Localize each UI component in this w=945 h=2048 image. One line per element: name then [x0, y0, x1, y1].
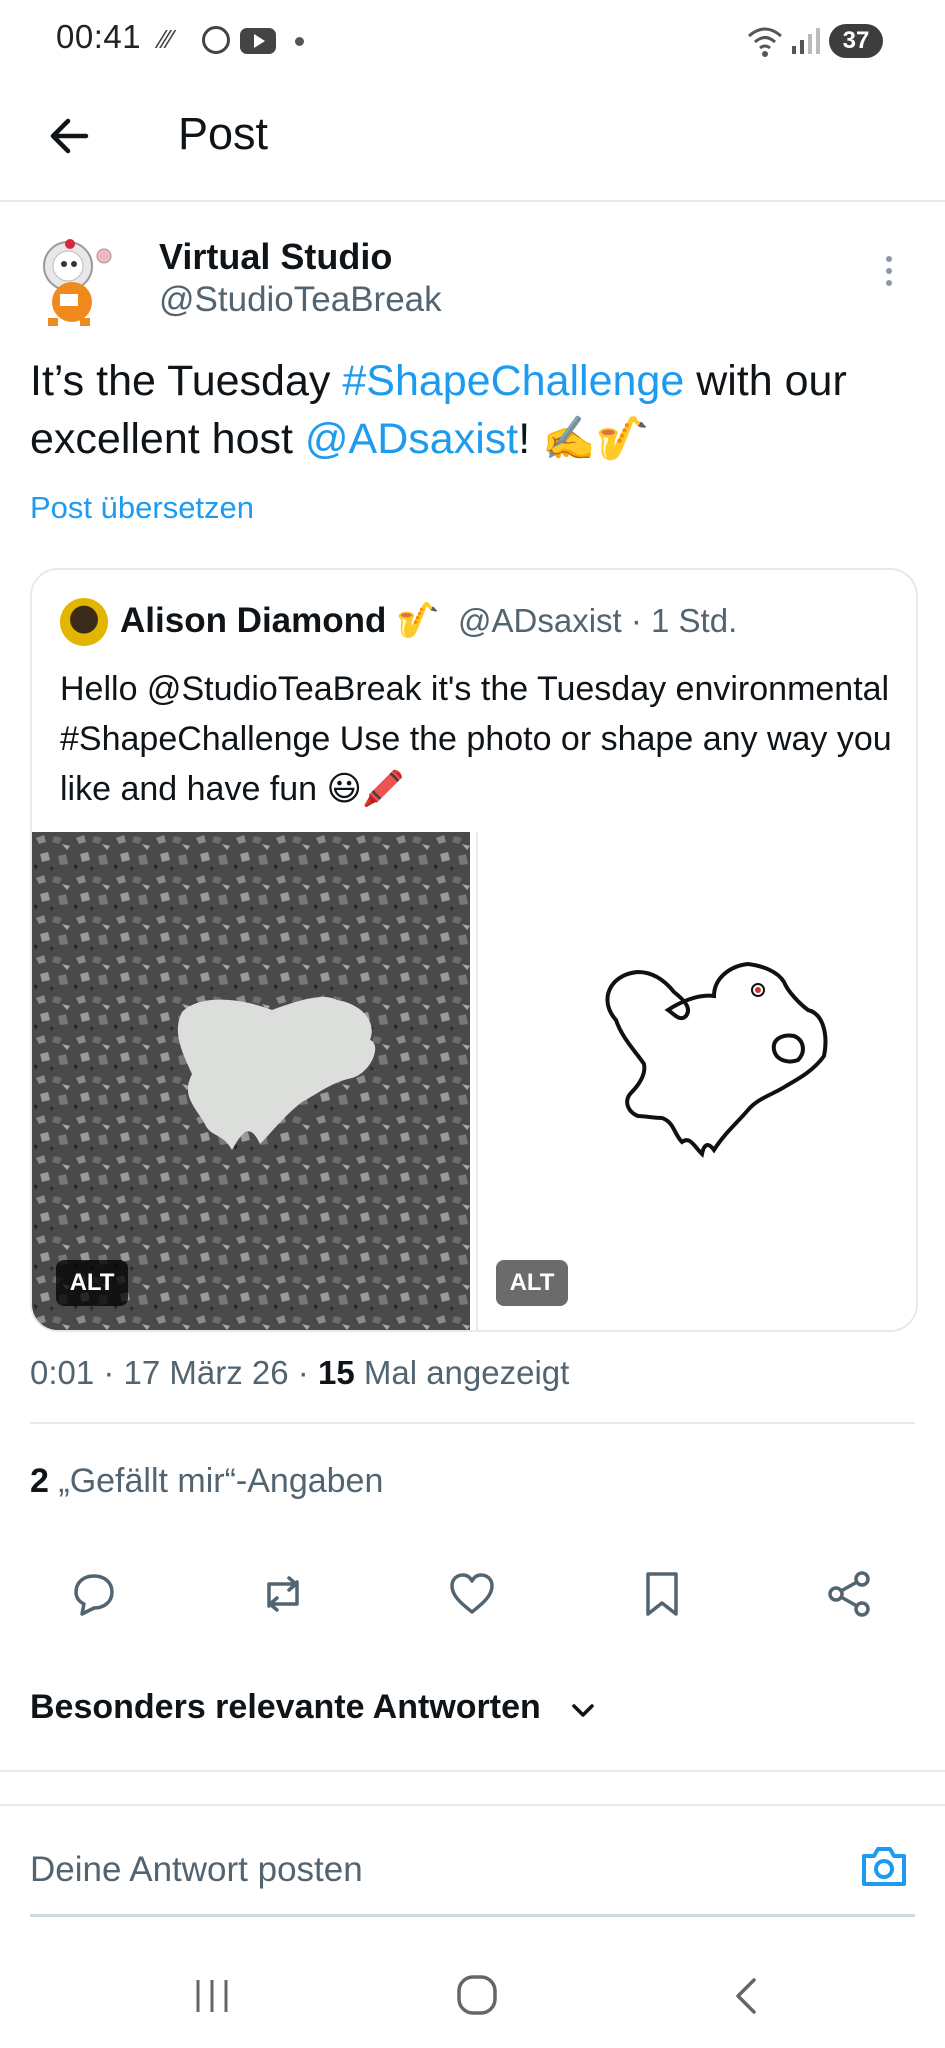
author-name[interactable]: Virtual Studio	[159, 236, 392, 278]
home-icon[interactable]	[454, 1972, 500, 2018]
translate-link[interactable]: Post übersetzen	[30, 490, 254, 526]
post-meta: 0:01 · 17 März 26 · 15 Mal angezeigt	[30, 1354, 570, 1391]
author-handle[interactable]: @StudioTeaBreak	[159, 280, 442, 320]
asphalt-photo[interactable]: ALT	[32, 832, 470, 1330]
page-title: Post	[178, 108, 269, 159]
reply-icon[interactable]	[66, 1566, 122, 1622]
likes-count: 2	[30, 1462, 49, 1500]
wifi-icon	[748, 27, 782, 57]
meta-divider	[30, 1422, 915, 1424]
alt-badge-left[interactable]: ALT	[56, 1260, 128, 1306]
hashtag-link[interactable]: #ShapeChallenge	[342, 357, 684, 405]
replies-divider	[0, 1770, 945, 1772]
reply-input[interactable]: Deine Antwort posten	[30, 1850, 363, 1890]
back-nav-icon[interactable]	[726, 1974, 766, 2018]
data-saver-icon	[202, 26, 230, 54]
quote-author-name: Alison Diamond 🎷	[120, 601, 440, 640]
network-activity-icon: ⁄⁄⁄	[160, 24, 174, 54]
likes-summary[interactable]: 2 „Gefällt mir“-Angaben	[30, 1462, 383, 1501]
chevron-down-icon[interactable]	[568, 1696, 598, 1726]
shape-outline-drawing	[605, 961, 828, 1159]
asphalt-texture	[32, 832, 470, 1330]
recent-apps-icon[interactable]	[190, 1974, 234, 2018]
share-icon[interactable]	[822, 1566, 878, 1622]
mention-link[interactable]: @ADsaxist	[305, 415, 518, 463]
shape-outline-image[interactable]: ALT	[476, 832, 916, 1330]
quote-avatar	[60, 598, 108, 646]
signal-icon	[792, 28, 820, 54]
alt-badge-right[interactable]: ALT	[496, 1260, 568, 1306]
notification-dot-icon	[295, 37, 304, 46]
composer-top-divider	[0, 1804, 945, 1806]
reply-input-underline	[30, 1914, 915, 1917]
youtube-icon	[240, 28, 276, 54]
repost-icon[interactable]	[255, 1566, 311, 1622]
back-arrow-icon[interactable]	[44, 110, 96, 162]
quote-text: Hello @StudioTeaBreak it's the Tuesday e…	[60, 670, 892, 808]
avatar[interactable]	[30, 232, 116, 332]
header-divider	[0, 200, 945, 202]
system-nav-bar	[0, 1940, 945, 2048]
replies-sort-label[interactable]: Besonders relevante Antworten	[30, 1688, 541, 1727]
post-text: It’s the Tuesday #ShapeChallenge with ou…	[30, 357, 847, 463]
status-bar: 00:41 ⁄⁄⁄ 37	[0, 0, 945, 84]
quoted-post[interactable]: Alison Diamond 🎷 @ADsaxist · 1 Std. Hell…	[30, 568, 918, 1332]
camera-icon[interactable]	[858, 1840, 910, 1892]
view-count: 15	[317, 1354, 355, 1391]
bookmark-icon[interactable]	[634, 1566, 690, 1622]
status-time: 00:41	[56, 18, 142, 55]
more-options-icon[interactable]	[883, 254, 895, 288]
battery-indicator: 37	[829, 24, 883, 58]
like-icon[interactable]	[444, 1566, 500, 1622]
quote-meta: @ADsaxist · 1 Std.	[458, 602, 738, 639]
